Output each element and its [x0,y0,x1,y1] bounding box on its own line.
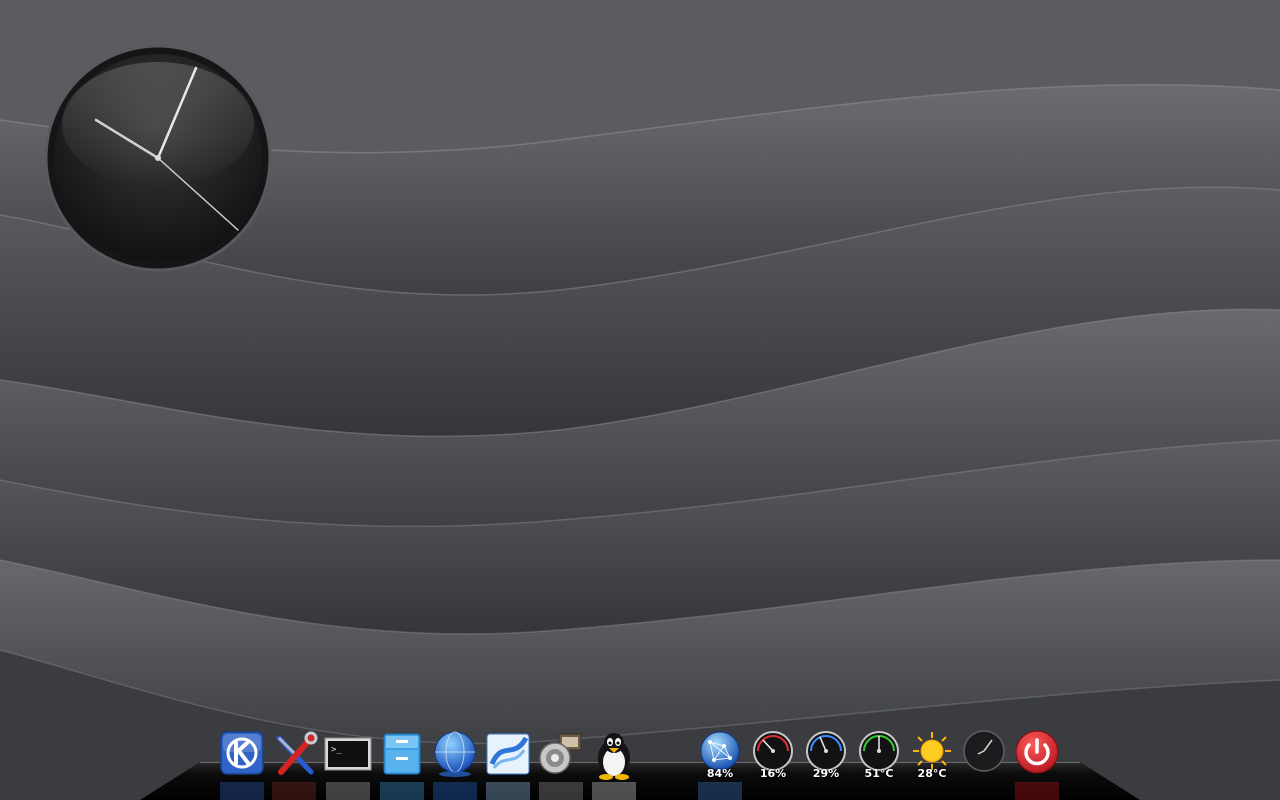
dock-temperature-monitor[interactable]: 51°C [855,730,903,782]
dock-system-settings-button[interactable] [271,730,319,782]
desktop: >_ 84% 16% 29% 51°C 28°C [0,0,1280,800]
gauge-green-icon [859,731,899,771]
dock-weather-widget[interactable]: 28°C [908,730,956,782]
power-button-icon [1015,730,1059,774]
cpu-monitor-label: 16% [759,767,787,780]
temperature-monitor-label: 51°C [864,767,894,780]
audio-speaker-icon [539,733,582,774]
dock-power-button[interactable] [1013,730,1061,782]
dock-terminal-button[interactable]: >_ [324,730,372,782]
dock-mini-clock[interactable] [960,730,1008,782]
dock-memory-monitor[interactable]: 29% [802,730,850,782]
office-writer-icon [486,733,530,775]
network-globe-icon [700,731,740,771]
kde-k-icon [220,731,264,775]
terminal-icon: >_ [324,737,372,771]
dock-web-browser-button[interactable] [431,730,479,782]
gauge-red-icon [753,731,793,771]
file-manager-icon [383,733,421,775]
reflection [592,782,636,800]
reflection [698,782,742,800]
reflection [433,782,477,800]
reflection [486,782,530,800]
system-settings-icon [276,731,318,775]
dock-cpu-monitor[interactable]: 16% [749,730,797,782]
tux-penguin-icon [598,733,630,780]
mini-clock-icon [963,730,1005,772]
dock-tux-button[interactable] [590,730,638,782]
dock-network-monitor[interactable]: 84% [696,730,744,782]
dock-audio-mixer-button[interactable] [537,730,585,782]
reflection [1015,782,1059,800]
reflection [220,782,264,800]
gauge-blue-icon [806,731,846,771]
network-monitor-label: 84% [706,767,734,780]
dock-kde-menu-button[interactable] [219,730,267,782]
weather-temperature-label: 28°C [917,767,947,780]
dock-office-writer-button[interactable] [484,730,532,782]
reflection [326,782,370,800]
memory-monitor-label: 29% [812,767,840,780]
reflection [539,782,583,800]
reflection [272,782,316,800]
svg-text:>_: >_ [331,745,342,755]
web-browser-globe-icon [434,731,476,777]
reflection [380,782,424,800]
dock-file-manager-button[interactable] [378,730,426,782]
sun-weather-icon [913,732,951,770]
analog-clock-widget[interactable] [44,44,272,272]
